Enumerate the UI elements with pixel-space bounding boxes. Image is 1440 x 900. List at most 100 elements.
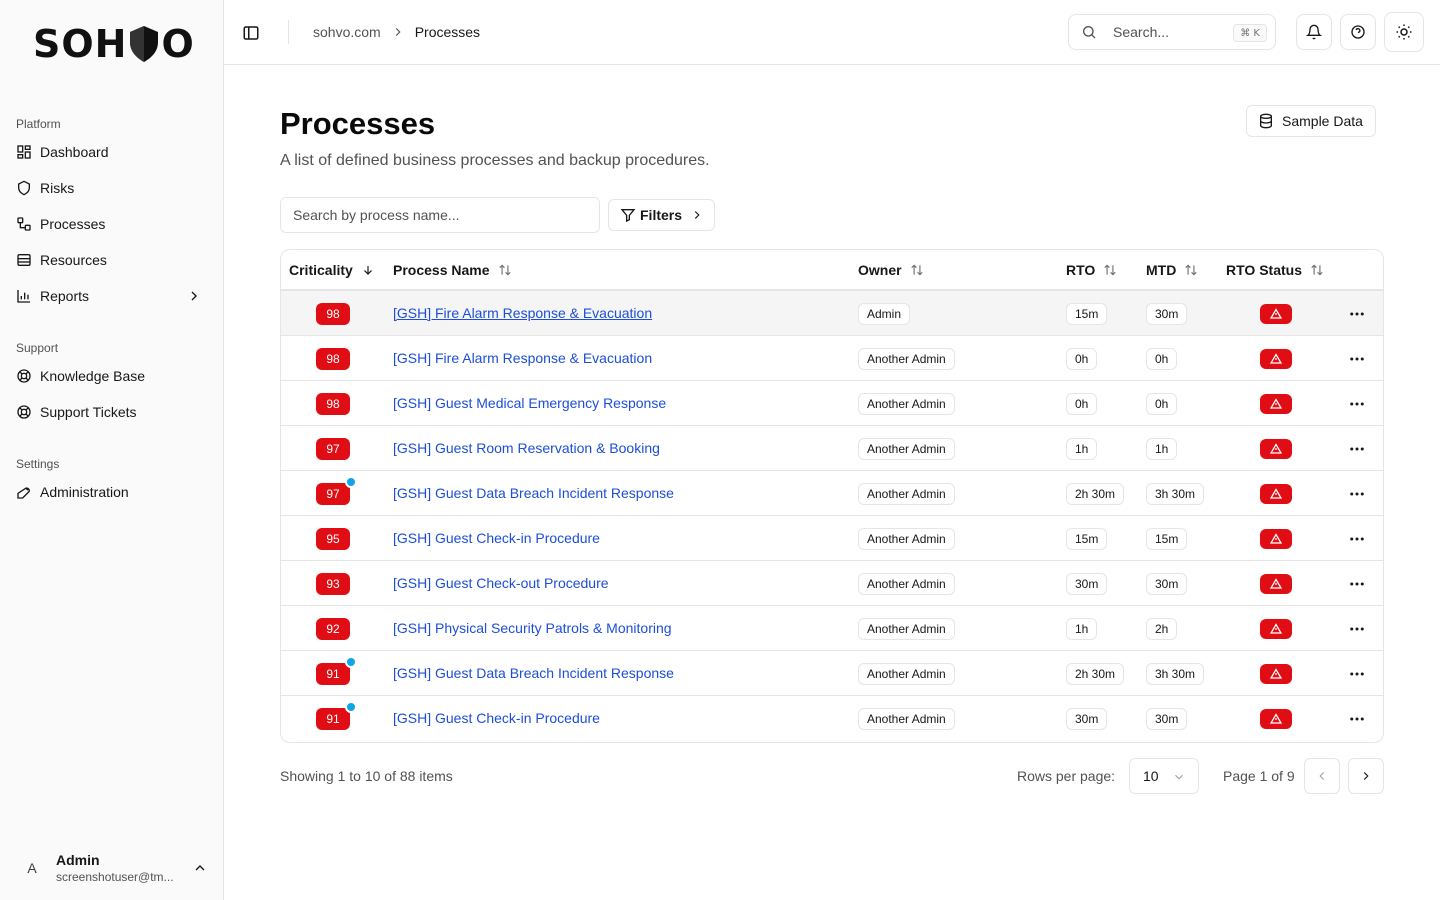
table-row[interactable]: 98 [GSH] Fire Alarm Response & Evacuation… [281,291,1383,336]
table-row[interactable]: 97 [GSH] Guest Data Breach Incident Respo… [281,471,1383,516]
sample-data-button[interactable]: Sample Data [1246,105,1376,137]
rto-status-badge [1260,574,1292,594]
sohvo-logo[interactable]: SOH O [33,22,194,66]
sort-icon [1311,264,1323,276]
alert-triangle-icon [1270,398,1282,409]
row-actions-button[interactable] [1348,485,1366,503]
wrench-icon [17,487,30,499]
process-name-link[interactable]: [GSH] Guest Data Breach Incident Respons… [393,484,674,502]
row-actions-button[interactable] [1348,305,1366,323]
column-header-rto[interactable]: RTO [1066,250,1117,290]
rto-status-badge [1260,619,1292,639]
column-header-process-name[interactable]: Process Name [393,250,512,290]
sidebar-item-support-tickets[interactable]: Support Tickets [0,394,224,430]
help-button[interactable] [1340,14,1376,50]
lifebuoy-icon [17,369,31,383]
bell-icon [1306,24,1322,40]
process-name-link[interactable]: [GSH] Guest Check-out Procedure [393,574,609,592]
alert-triangle-icon [1270,533,1282,544]
sort-icon [1185,264,1197,276]
criticality-badge: 93 [316,573,350,595]
process-search-input[interactable] [280,197,600,233]
column-header-rto-status[interactable]: RTO Status [1226,250,1324,290]
process-name-link[interactable]: [GSH] Guest Check-in Procedure [393,529,600,547]
more-horizontal-icon [1350,492,1364,496]
sidebar-item-resources[interactable]: Resources [0,242,224,278]
search-shortcut: ⌘ K [1233,24,1267,42]
more-horizontal-icon [1350,537,1364,541]
row-actions-button[interactable] [1348,530,1366,548]
criticality-value: 98 [326,352,340,366]
nav-section-platform: Platform Dashboard Risks Processes Resou… [0,114,224,314]
owner-badge: Another Admin [858,348,955,370]
table-row[interactable]: 97 [GSH] Guest Room Reservation & Booking… [281,426,1383,471]
table-row[interactable]: 95 [GSH] Guest Check-in Procedure Another … [281,516,1383,561]
row-actions-button[interactable] [1348,620,1366,638]
criticality-badge: 98 [316,393,350,415]
row-actions-button[interactable] [1348,710,1366,728]
more-horizontal-icon [1350,312,1364,316]
rto-status-badge [1260,709,1292,729]
sidebar-item-risks[interactable]: Risks [0,170,224,206]
breadcrumb-root-link[interactable]: sohvo.com [313,24,381,40]
rows-per-page-value: 10 [1143,768,1159,784]
process-name-link[interactable]: [GSH] Physical Security Patrols & Monito… [393,619,672,637]
sidebar-toggle-icon[interactable] [242,24,260,42]
nav-label-platform: Platform [16,117,61,131]
sidebar-item-processes[interactable]: Processes [0,206,224,242]
criticality-badge: 97 [316,476,357,505]
sidebar-item-knowledge-base[interactable]: Knowledge Base [0,358,224,394]
next-page-button[interactable] [1348,758,1384,794]
table-row[interactable]: 91 [GSH] Guest Data Breach Incident Respo… [281,651,1383,696]
criticality-badge: 95 [316,528,350,550]
column-label: Criticality [289,262,353,278]
table-row[interactable]: 98 [GSH] Guest Medical Emergency Response… [281,381,1383,426]
row-actions-button[interactable] [1348,575,1366,593]
previous-page-button[interactable] [1304,758,1340,794]
top-header: sohvo.com Processes Search... ⌘ K [224,0,1440,65]
process-name-link[interactable]: [GSH] Guest Room Reservation & Booking [393,439,660,457]
theme-toggle-button[interactable] [1384,12,1424,52]
alert-triangle-icon [1270,308,1282,319]
database-icon [1260,113,1272,129]
owner-badge: Admin [858,303,911,325]
sidebar-item-administration[interactable]: Administration [0,474,224,510]
table-row[interactable]: 91 [GSH] Guest Check-in Procedure Another … [281,696,1383,741]
process-name-link[interactable]: [GSH] Fire Alarm Response & Evacuation [393,349,652,367]
rto-status-badge [1260,484,1292,504]
row-actions-button[interactable] [1348,440,1366,458]
rows-per-page-select[interactable]: 10 [1129,758,1199,794]
table-row[interactable]: 93 [GSH] Guest Check-out Procedure Another… [281,561,1383,606]
process-name-link[interactable]: [GSH] Fire Alarm Response & Evacuation [393,304,652,322]
criticality-value: 98 [326,307,340,321]
table-row[interactable]: 92 [GSH] Physical Security Patrols & Moni… [281,606,1383,651]
user-menu[interactable]: A Admin screenshotuser@tm... [16,848,216,888]
column-header-owner[interactable]: Owner [858,250,924,290]
criticality-value: 93 [326,577,340,591]
table-row[interactable]: 98 [GSH] Fire Alarm Response & Evacuation… [281,336,1383,381]
criticality-badge: 92 [316,618,350,640]
owner-badge: Another Admin [858,708,955,730]
global-search-input[interactable]: Search... ⌘ K [1068,14,1276,50]
process-name-link[interactable]: [GSH] Guest Medical Emergency Response [393,394,666,412]
process-name-link[interactable]: [GSH] Guest Check-in Procedure [393,709,600,727]
rto-status-badge [1260,439,1292,459]
column-header-criticality[interactable]: Criticality [289,250,375,290]
sample-data-label: Sample Data [1282,113,1363,129]
sidebar: SOH O Platform Dashboard Risks Processes… [0,0,224,900]
lifebuoy-icon [17,405,31,419]
row-actions-button[interactable] [1348,350,1366,368]
notifications-button[interactable] [1296,14,1332,50]
column-header-mtd[interactable]: MTD [1146,250,1198,290]
nav-label-support: Support [16,341,59,355]
more-horizontal-icon [1350,582,1364,586]
row-actions-button[interactable] [1348,665,1366,683]
sidebar-item-reports[interactable]: Reports [0,278,224,314]
info-dot-icon [345,656,357,668]
sidebar-item-dashboard[interactable]: Dashboard [0,134,224,170]
row-actions-button[interactable] [1348,395,1366,413]
user-name: Admin [56,852,100,868]
filters-button[interactable]: Filters [608,199,715,231]
owner-badge: Another Admin [858,618,955,640]
process-name-link[interactable]: [GSH] Guest Data Breach Incident Respons… [393,664,674,682]
